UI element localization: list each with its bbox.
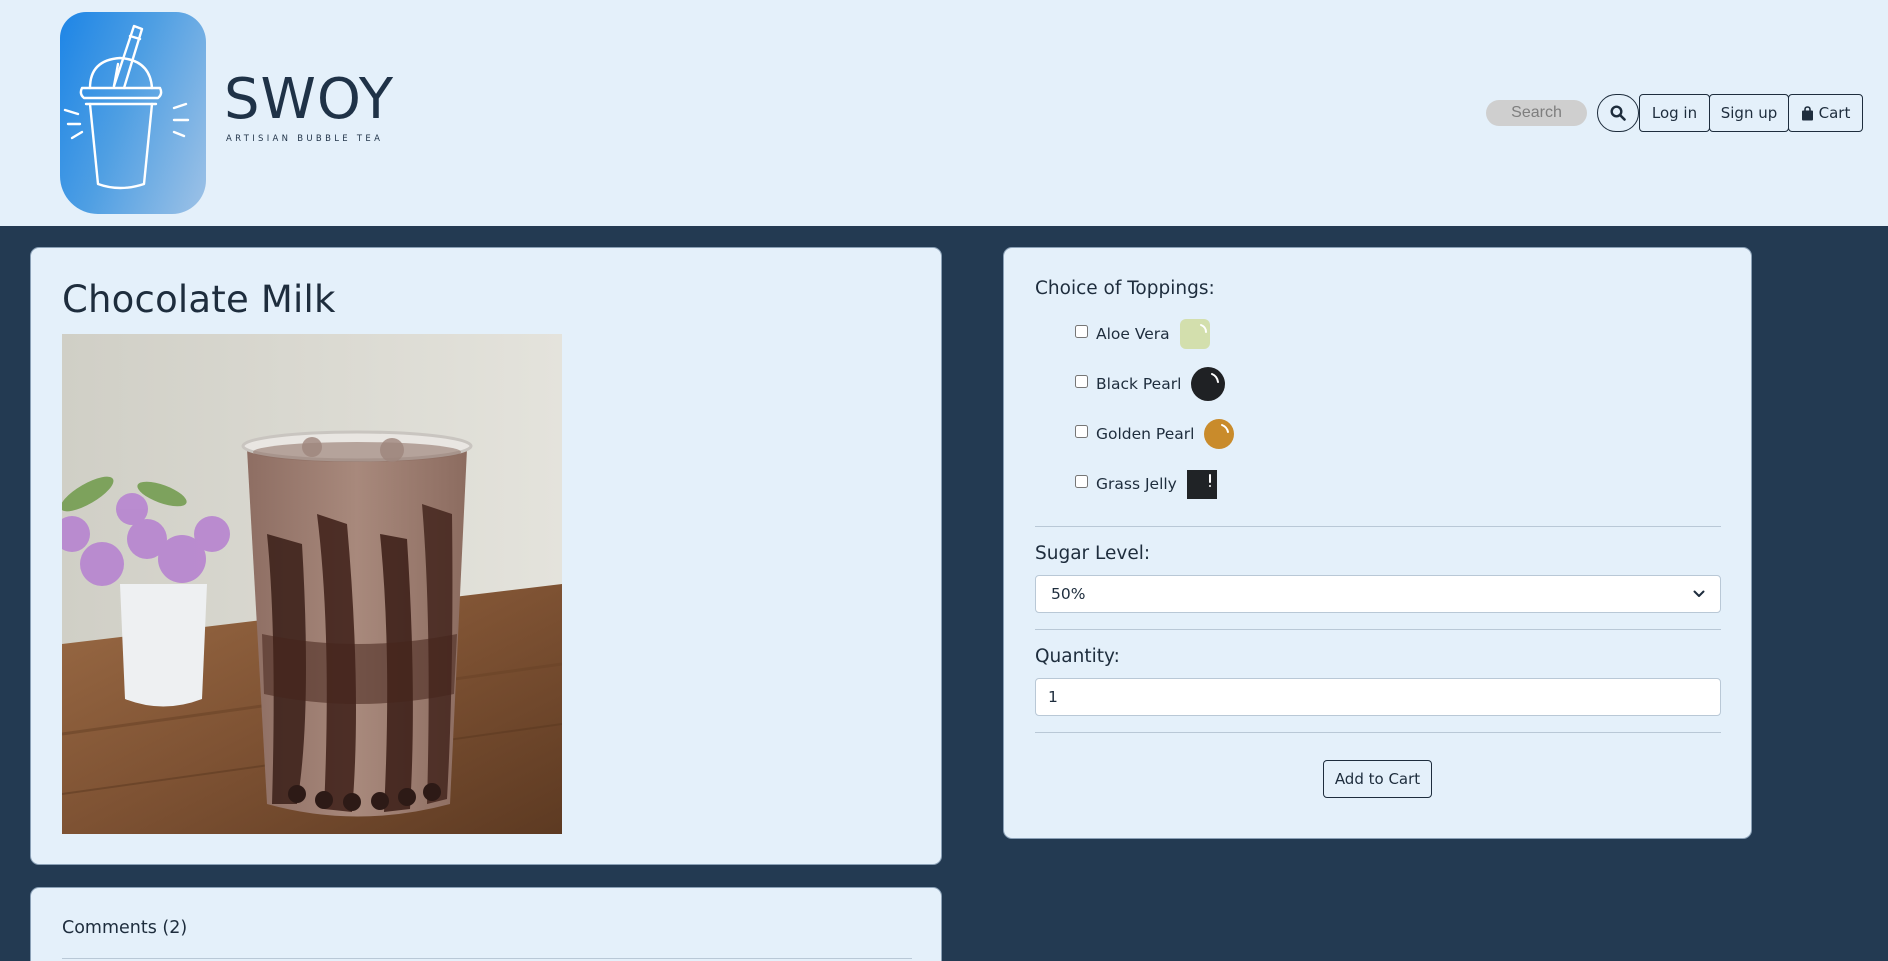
topping-label: Golden Pearl: [1096, 425, 1195, 443]
cart-label: Cart: [1818, 104, 1851, 122]
comments-title: Comments (2): [62, 918, 188, 938]
topping-checkbox[interactable]: [1075, 374, 1088, 388]
divider: [1035, 732, 1721, 733]
search-button[interactable]: [1597, 94, 1639, 132]
logo-cup-icon[interactable]: [60, 12, 206, 214]
shopping-bag-icon: [1801, 105, 1813, 120]
chevron-down-icon: [1693, 590, 1705, 597]
signup-button[interactable]: Sign up: [1709, 94, 1789, 132]
add-to-cart-button[interactable]: Add to Cart: [1323, 760, 1432, 798]
cart-button[interactable]: Cart: [1788, 94, 1863, 132]
product-card: Chocolate Milk: [30, 247, 942, 865]
topping-grass-jelly[interactable]: Grass Jelly: [1075, 467, 1218, 501]
product-title: Chocolate Milk: [62, 278, 336, 321]
topping-checkbox[interactable]: [1075, 474, 1088, 488]
divider: [1035, 629, 1721, 630]
search-input[interactable]: Search: [1486, 100, 1587, 126]
site-header: SWOY ARTISIAN BUBBLE TEA Search Log in S…: [0, 0, 1888, 226]
divider: [62, 958, 912, 959]
search-icon: [1610, 105, 1626, 121]
sugar-level-value: 50%: [1051, 585, 1086, 603]
quantity-input[interactable]: 1: [1035, 678, 1721, 716]
topping-label: Aloe Vera: [1096, 325, 1170, 343]
aloe-vera-icon: [1179, 319, 1210, 349]
brand-name: SWOY: [224, 67, 395, 132]
topping-label: Black Pearl: [1096, 375, 1182, 393]
login-button[interactable]: Log in: [1639, 94, 1710, 132]
topping-aloe-vera[interactable]: Aloe Vera: [1075, 317, 1211, 351]
topping-golden-pearl[interactable]: Golden Pearl: [1075, 417, 1235, 451]
quantity-value: 1: [1048, 688, 1058, 706]
quantity-heading: Quantity:: [1035, 646, 1120, 667]
topping-black-pearl[interactable]: Black Pearl: [1075, 367, 1226, 401]
divider: [1035, 526, 1721, 527]
topping-label: Grass Jelly: [1096, 475, 1177, 493]
topping-checkbox[interactable]: [1075, 324, 1088, 338]
comments-card: Comments (2): [30, 887, 942, 961]
topping-checkbox[interactable]: [1075, 424, 1088, 438]
brand[interactable]: SWOY ARTISIAN BUBBLE TEA: [224, 67, 395, 145]
sugar-level-heading: Sugar Level:: [1035, 543, 1151, 564]
sugar-level-select[interactable]: 50%: [1035, 575, 1721, 613]
product-photo: [62, 334, 562, 834]
black-pearl-icon: [1191, 367, 1226, 401]
golden-pearl-icon: [1204, 419, 1235, 449]
toppings-heading: Choice of Toppings:: [1035, 278, 1215, 299]
brand-tagline: ARTISIAN BUBBLE TEA: [226, 134, 384, 144]
grass-jelly-icon: [1186, 470, 1217, 499]
order-options-card: Choice of Toppings: Aloe Vera Black Pear…: [1003, 247, 1752, 839]
